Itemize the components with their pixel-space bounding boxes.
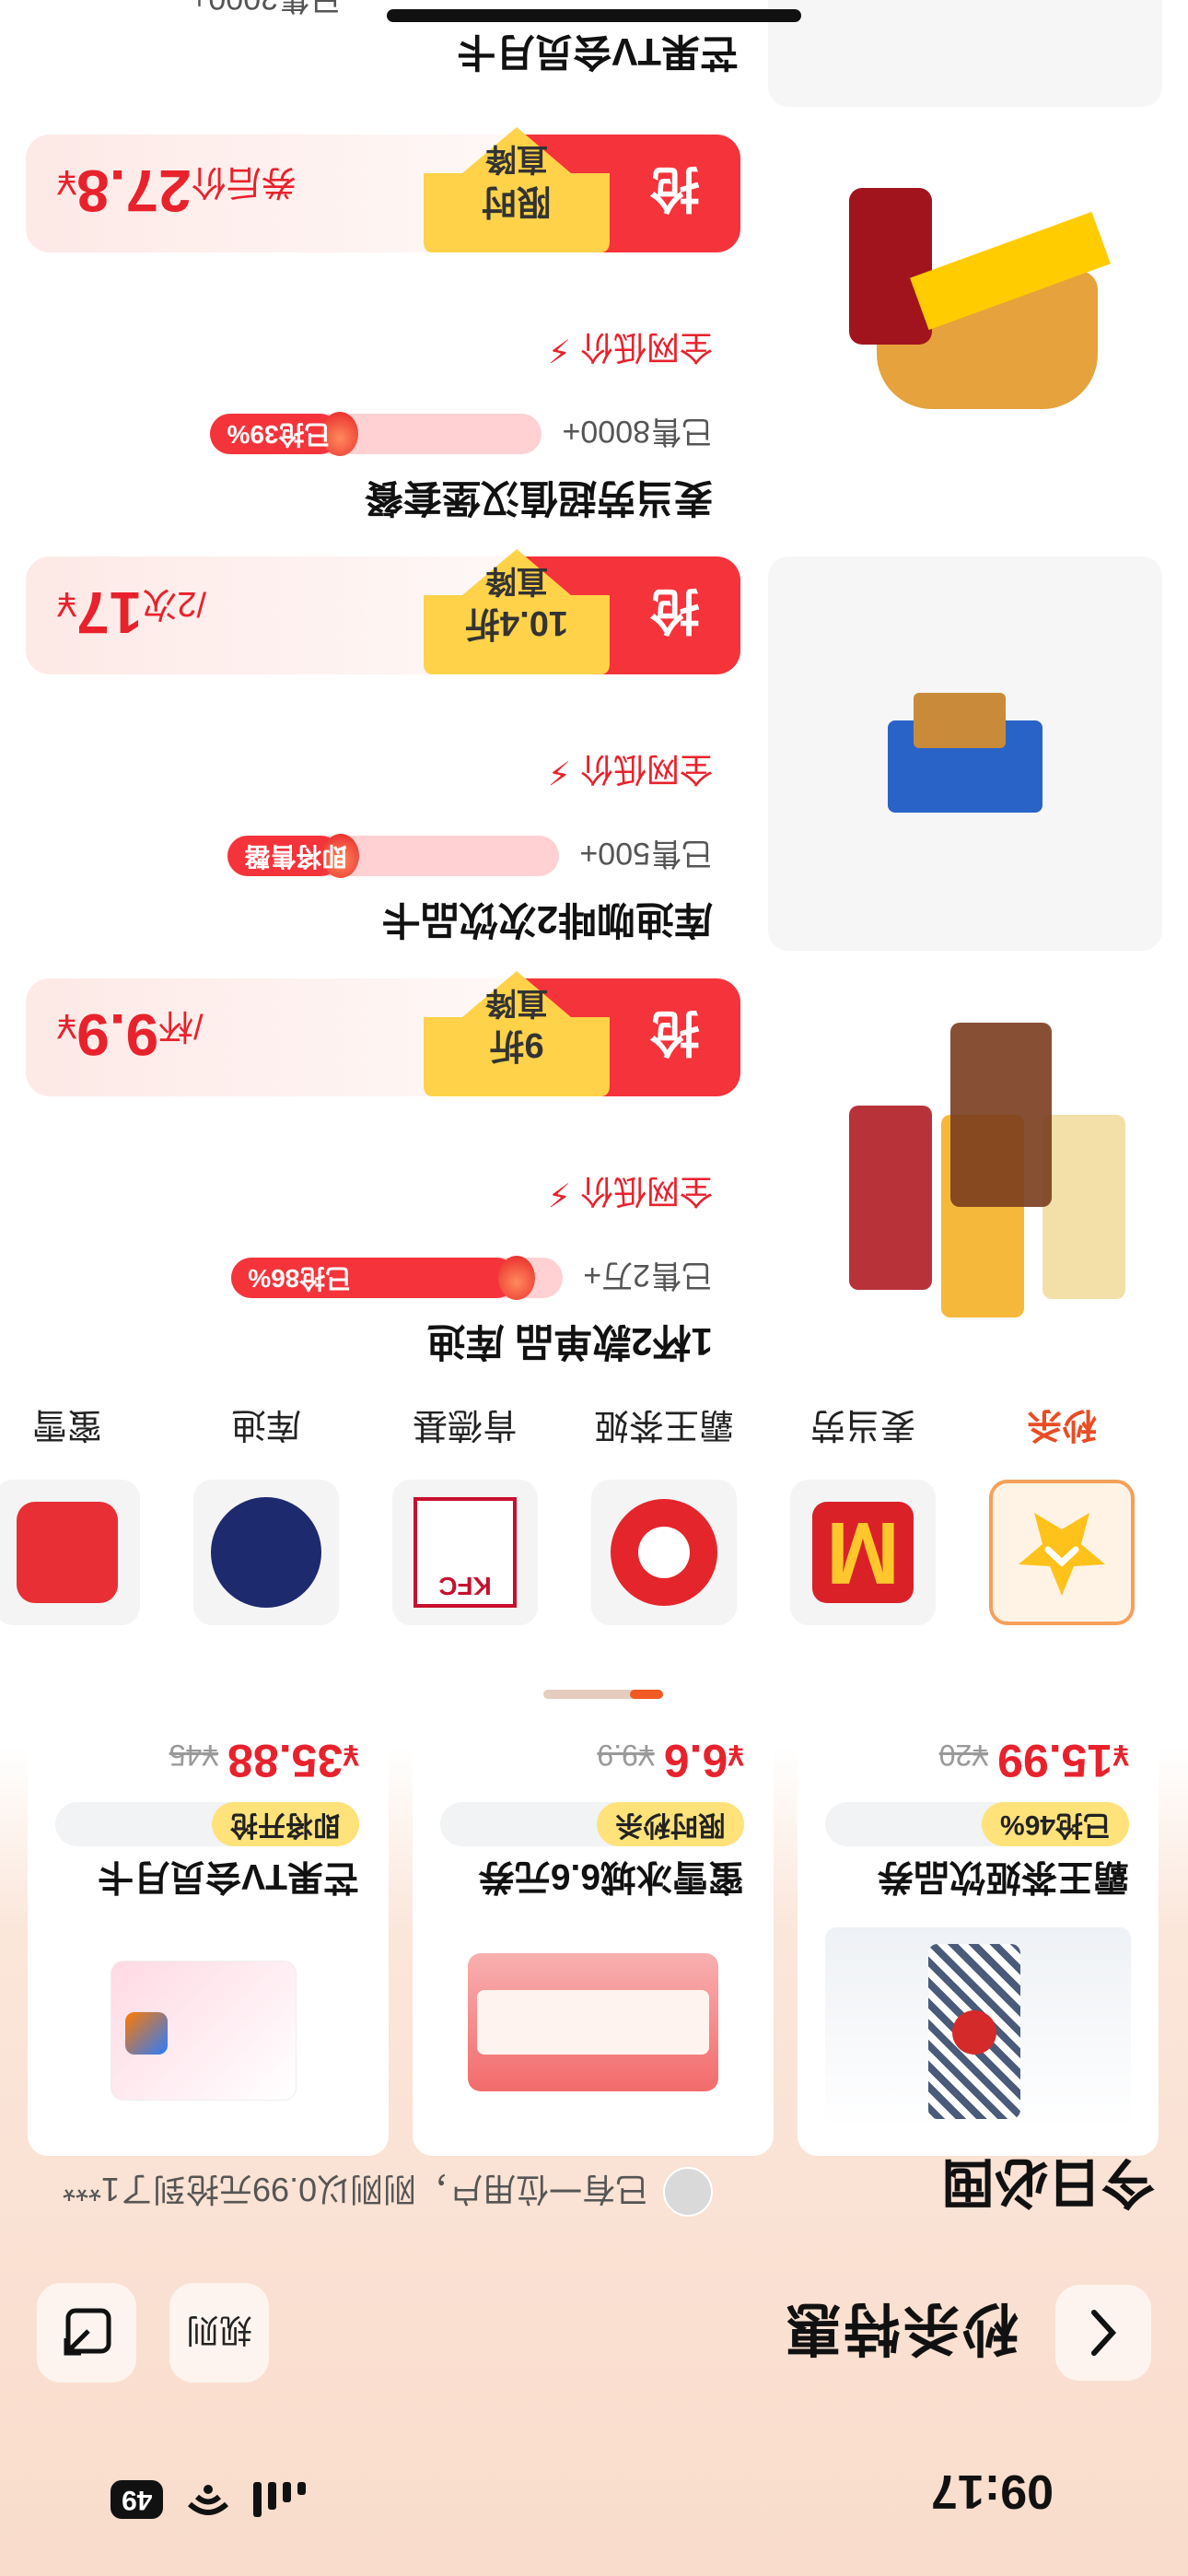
discount-tag: 9折 直降 [422, 967, 611, 1106]
product-row[interactable]: 1杯2款单品 库迪 已售2万+ 已抢86% 全网低价 ⚡ 抢 9折 直降 /杯9.… [26, 971, 1162, 1373]
product-title: 1杯2款单品 库迪 [426, 1320, 713, 1364]
brand-tab-mixue[interactable]: 蜜雪 [0, 1403, 142, 1625]
buy-button[interactable]: 抢 限时 直降 券后价27.8¥ [26, 127, 740, 252]
chevron-left-icon [1091, 2310, 1117, 2356]
price-note: 全网低价 ⚡ [547, 751, 713, 791]
product-image [768, 978, 1162, 1373]
brand-name: 秒杀 [1027, 1405, 1098, 1444]
status-badge: 即将开抢 [55, 1802, 359, 1846]
home-indicator [387, 9, 801, 22]
featured-card[interactable]: 芒果TV会员月卡 即将开抢 ¥35.88¥45 [28, 1708, 389, 2156]
product-image [768, 0, 1162, 107]
wifi-icon [187, 2484, 229, 2515]
buy-button[interactable]: 抢 10.4折 直降 /2次17¥ [26, 549, 740, 674]
brand-name: 蜜雪 [32, 1405, 103, 1444]
status-badge: 限时秒杀 [440, 1802, 744, 1846]
brand-name: 肯德基 [413, 1405, 518, 1444]
price-note: 全网低价 ⚡ [547, 329, 713, 369]
sold-count: 已售2万+ [583, 1258, 713, 1293]
page-title: 秒杀特惠 [782, 2296, 1019, 2359]
mcdonalds-logo-icon: M [790, 1480, 936, 1625]
product-row[interactable]: 库迪咖啡2次饮品卡 已售500+ 即将售罄 全网低价 ⚡ 抢 10.4折 直降 /… [26, 549, 1162, 951]
rules-button[interactable]: 规则 [169, 2283, 269, 2383]
lightning-icon: ⚡ [547, 754, 571, 791]
featured-card[interactable]: 霸王茶姬饮品券 已抢46% ¥15.99¥20 [798, 1708, 1159, 2156]
status-time: 09:17 [931, 2465, 1054, 2518]
brand-name: 麦当劳 [810, 1405, 916, 1444]
discount-tag: 10.4折 直降 [422, 545, 611, 684]
status-icons: 49 [111, 2480, 307, 2519]
battery-icon: 49 [111, 2480, 164, 2519]
chagee-logo-icon [591, 1480, 737, 1625]
brand-tab-cotti[interactable]: 库迪 [192, 1403, 341, 1625]
product-image [440, 1927, 746, 2128]
product-image [768, 135, 1162, 529]
progress-bar: 已抢39% [210, 412, 542, 457]
featured-price: ¥15.99¥20 [938, 1735, 1129, 1786]
share-icon [64, 2308, 111, 2356]
carousel-indicator [543, 1690, 663, 1699]
progress-bar: 已抢86% [231, 1256, 564, 1301]
purchase-ticker: 已有一位用户，刚刚以0.99元抢到了1*** [63, 2167, 714, 2217]
avatar [663, 2167, 714, 2217]
signal-icon [253, 2482, 307, 2517]
progress-bar: 即将售罄 [227, 834, 560, 879]
product-price: /2次17¥ [57, 580, 207, 646]
share-button[interactable] [37, 2283, 136, 2383]
sold-count: 已售500+ [579, 836, 713, 871]
back-button[interactable] [1055, 2285, 1151, 2381]
featured-price: ¥6.6¥9.9 [597, 1735, 744, 1786]
product-title: 库迪咖啡2次饮品卡 [381, 898, 713, 942]
sold-count: 已售8000+ [562, 414, 714, 449]
product-image [55, 1927, 361, 2128]
featured-price: ¥35.88¥45 [169, 1735, 359, 1786]
star-icon [989, 1480, 1135, 1625]
product-row[interactable]: 麦当劳超值汉堡套餐 已售8000+ 已抢39% 全网低价 ⚡ 抢 限时 直降 券后… [26, 127, 1162, 529]
brand-tab-kfc[interactable]: KFC 肯德基 [390, 1403, 540, 1625]
cotti-logo-icon [193, 1480, 339, 1625]
section-title: 今日必囤 [940, 2152, 1155, 2212]
featured-title: 芒果TV会员月卡 [98, 1856, 359, 1896]
product-title: 芒果TV会员月卡 [457, 30, 739, 74]
product-price: /杯9.9¥ [57, 1001, 204, 1068]
product-title: 麦当劳超值汉堡套餐 [364, 476, 713, 520]
price-note: 全网低价 ⚡ [547, 1173, 713, 1213]
featured-card[interactable]: 蜜雪冰城6.6元券 限时秒杀 ¥6.6¥9.9 [413, 1708, 774, 2156]
buy-button[interactable]: 抢 9折 直降 /杯9.9¥ [26, 971, 740, 1096]
mixue-logo-icon [0, 1480, 140, 1625]
brand-name: 霸王茶姬 [594, 1405, 735, 1444]
featured-title: 霸王茶姬饮品券 [877, 1856, 1129, 1896]
lightning-icon: ⚡ [547, 1176, 571, 1213]
ticker-text: 已有一位用户，刚刚以0.99元抢到了1*** [63, 2171, 649, 2208]
product-price: 券后价27.8¥ [57, 158, 297, 224]
kfc-logo-icon: KFC [392, 1480, 538, 1625]
brand-tab-chagee[interactable]: 霸王茶姬 [589, 1403, 739, 1625]
status-badge: 已抢46% [825, 1802, 1129, 1846]
lightning-icon: ⚡ [547, 332, 571, 369]
fire-icon [497, 1256, 535, 1301]
brand-tab-mcdonalds[interactable]: M 麦当劳 [788, 1403, 938, 1625]
discount-tag: 限时 直降 [422, 123, 611, 262]
brand-name: 库迪 [231, 1405, 302, 1444]
product-image [825, 1927, 1131, 2128]
featured-title: 蜜雪冰城6.6元券 [478, 1856, 744, 1896]
brand-tab-seckill[interactable]: 秒杀 [987, 1403, 1136, 1625]
product-image [768, 556, 1162, 951]
sold-count: 已售2000+ [191, 0, 342, 24]
